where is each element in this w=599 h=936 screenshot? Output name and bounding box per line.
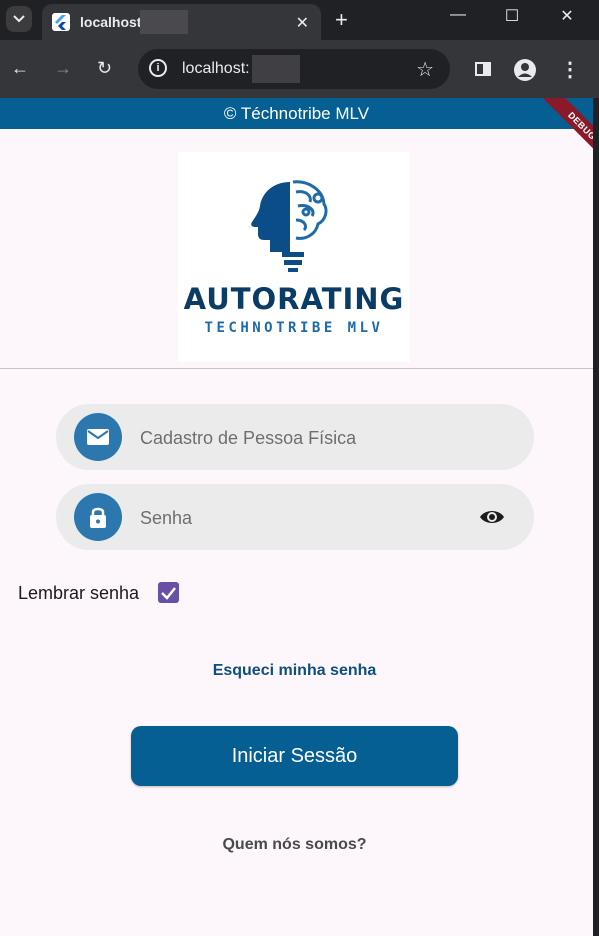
login-button[interactable]: Iniciar Sessão <box>131 726 458 786</box>
back-icon[interactable]: ← <box>11 58 29 79</box>
password-field[interactable]: Senha <box>56 484 534 550</box>
cpf-placeholder: Cadastro de Pessoa Física <box>140 428 357 448</box>
window-edge <box>593 98 599 936</box>
maximize-icon[interactable]: ☐ <box>497 6 527 26</box>
chevron-down-icon <box>13 15 25 23</box>
tab-title: localhost: <box>80 14 147 30</box>
app-logo: AUTORATING TECHNOTRIBE MLV <box>178 152 410 362</box>
side-panel-icon[interactable] <box>475 62 491 76</box>
app-header: © Téchnotribe MLV <box>0 98 593 129</box>
eye-icon[interactable] <box>478 505 506 534</box>
flutter-favicon-icon <box>52 13 70 31</box>
password-placeholder: Senha <box>140 508 193 528</box>
debug-banner: DEBUG <box>521 98 593 170</box>
remember-label: Lembrar senha <box>18 583 140 603</box>
reload-icon[interactable]: ↻ <box>97 58 112 79</box>
close-tab-icon[interactable]: ✕ <box>296 13 309 33</box>
more-menu-icon[interactable]: ⋮ <box>560 57 580 82</box>
browser-tab[interactable]: localhost: ✕ <box>42 4 321 40</box>
lock-icon <box>74 493 122 541</box>
forgot-password-link[interactable]: Esqueci minha senha <box>0 662 589 680</box>
mail-icon <box>74 413 122 461</box>
logo-subtitle: TECHNOTRIBE MLV <box>204 320 384 336</box>
about-link[interactable]: Quem nós somos? <box>0 836 589 854</box>
bookmark-star-icon[interactable]: ☆ <box>416 57 434 82</box>
divider <box>0 368 593 369</box>
site-info-icon[interactable]: i <box>149 59 167 77</box>
remember-checkbox[interactable] <box>158 582 179 603</box>
cpf-field[interactable]: Cadastro de Pessoa Física <box>56 404 534 470</box>
tab-search-button[interactable] <box>6 6 32 32</box>
new-tab-icon[interactable]: + <box>335 7 348 33</box>
browser-tab-strip: localhost: ✕ + — ☐ ✕ <box>0 0 599 40</box>
forward-icon[interactable]: → <box>54 58 72 79</box>
browser-toolbar: ← → ↻ i localhost: ☆ ⋮ <box>0 40 599 98</box>
head-brain-icon <box>251 180 328 272</box>
profile-avatar-icon[interactable] <box>514 59 536 81</box>
minimize-icon[interactable]: — <box>443 6 473 24</box>
redacted-port <box>252 55 300 83</box>
close-window-icon[interactable]: ✕ <box>552 6 582 26</box>
url-text: localhost: <box>182 60 250 77</box>
logo-title: AUTORATING <box>183 282 405 316</box>
address-bar[interactable]: i localhost: ☆ <box>138 49 450 89</box>
check-icon <box>161 587 176 600</box>
redacted-port <box>140 10 188 34</box>
